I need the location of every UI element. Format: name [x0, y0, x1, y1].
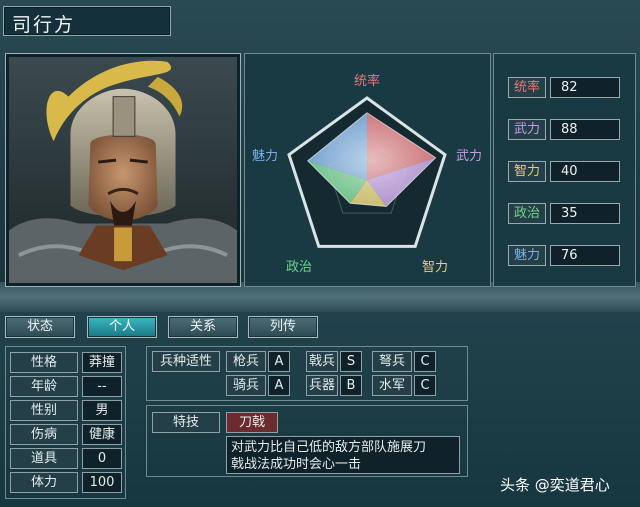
personal-value: 0: [82, 448, 122, 469]
skill-description-line2: 戟战法成功时会心一击: [231, 457, 362, 472]
skill-name: 刀戟: [226, 412, 278, 433]
personal-value: 莽撞: [82, 352, 122, 373]
aptitude-unit: 骑兵: [226, 375, 266, 396]
personal-value: 健康: [82, 424, 122, 445]
personal-label: 体力: [10, 472, 78, 493]
personal-label: 性别: [10, 400, 78, 421]
stat-value-wuli: 88: [550, 119, 620, 140]
stat-label-tongshuai: 统率: [508, 77, 546, 98]
stat-label-zhengzhi: 政治: [508, 203, 546, 224]
character-name: 司行方: [12, 14, 76, 36]
aptitude-title: 兵种适性: [152, 351, 220, 372]
tab-1[interactable]: 个人: [87, 316, 157, 338]
aptitude-unit: 兵器: [306, 375, 338, 396]
watermark: 头条 @奕道君心: [500, 476, 610, 494]
personal-value: 男: [82, 400, 122, 421]
aptitude-grade: A: [268, 351, 290, 372]
aptitude-grade: A: [268, 375, 290, 396]
stat-value-zhengzhi: 35: [550, 203, 620, 224]
personal-label: 性格: [10, 352, 78, 373]
aptitude-unit: 水军: [372, 375, 412, 396]
stat-label-zhili: 智力: [508, 161, 546, 182]
aptitude-grade: B: [340, 375, 362, 396]
personal-label: 道具: [10, 448, 78, 469]
radar-label-tongshuai: 统率: [354, 73, 380, 89]
tab-0[interactable]: 状态: [5, 316, 75, 338]
stat-label-wuli: 武力: [508, 119, 546, 140]
stat-label-meili: 魅力: [508, 245, 546, 266]
aptitude-unit: 戟兵: [306, 351, 338, 372]
personal-value: --: [82, 376, 122, 397]
aptitude-grade: S: [340, 351, 362, 372]
stat-value-zhili: 40: [550, 161, 620, 182]
stat-value-meili: 76: [550, 245, 620, 266]
aptitude-unit: 弩兵: [372, 351, 412, 372]
aptitude-grade: C: [414, 351, 436, 372]
personal-value: 100: [82, 472, 122, 493]
radar-chart: 统率武力智力 政治 魅力: [252, 73, 482, 275]
personal-label: 年龄: [10, 376, 78, 397]
aptitude-grade: C: [414, 375, 436, 396]
tab-3[interactable]: 列传: [248, 316, 318, 338]
radar-label-meili: 魅力: [252, 149, 278, 164]
portrait-frame: [5, 53, 241, 287]
radar-panel: 统率武力智力 政治 魅力: [244, 53, 491, 287]
aptitude-unit: 枪兵: [226, 351, 266, 372]
skill-title: 特技: [152, 412, 220, 433]
general-portrait: [9, 57, 237, 283]
radar-label-zhili: 智力: [422, 260, 448, 275]
tab-2[interactable]: 关系: [168, 316, 238, 338]
skill-description: 对武力比自己低的敌方部队施展刀 戟战法成功时会心一击: [226, 436, 460, 474]
radar-label-zhengzhi: 政治: [286, 260, 312, 275]
skill-description-line1: 对武力比自己低的敌方部队施展刀: [231, 440, 427, 455]
stat-value-tongshuai: 82: [550, 77, 620, 98]
personal-label: 伤病: [10, 424, 78, 445]
radar-label-wuli: 武力: [456, 149, 482, 164]
